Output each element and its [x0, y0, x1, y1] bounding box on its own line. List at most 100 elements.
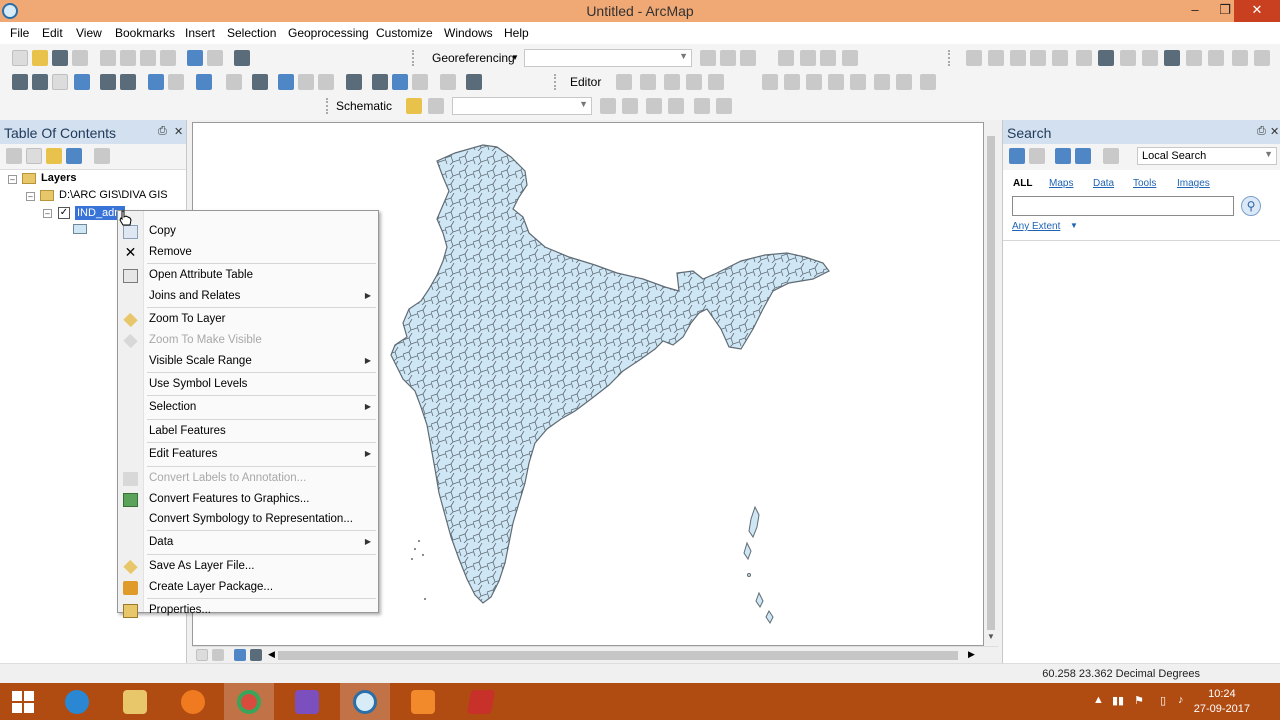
- edit-tool-icon[interactable]: [762, 74, 778, 90]
- pan-icon[interactable]: [52, 74, 68, 90]
- chevron-left-icon[interactable]: ◀: [268, 649, 275, 660]
- toc-options-icon[interactable]: [94, 148, 110, 164]
- fixed-zoom-out-icon[interactable]: [120, 74, 136, 90]
- home-icon[interactable]: [1055, 148, 1071, 164]
- taskbar-clock[interactable]: 10:24 27-09-2017: [1194, 687, 1250, 717]
- taskbar-app[interactable]: [398, 683, 448, 720]
- menu-selection[interactable]: Selection: [227, 26, 276, 40]
- add-data-icon[interactable]: [234, 50, 250, 66]
- print-icon[interactable]: [72, 50, 88, 66]
- schematic-tool-icon[interactable]: [600, 98, 616, 114]
- edit-tool-icon[interactable]: [920, 74, 936, 90]
- list-by-drawing-order-icon[interactable]: [6, 148, 22, 164]
- tool-icon[interactable]: [1076, 50, 1092, 66]
- tool-icon[interactable]: [1120, 50, 1136, 66]
- menu-item-create-layer-package[interactable]: Create Layer Package...: [118, 578, 378, 598]
- redo-icon[interactable]: [207, 50, 223, 66]
- data-view-icon[interactable]: [196, 649, 208, 661]
- georef-tool-icon[interactable]: [778, 50, 794, 66]
- tab-all[interactable]: ALL: [1013, 178, 1032, 189]
- tab-tools[interactable]: Tools: [1133, 178, 1156, 189]
- select-elements-icon[interactable]: [252, 74, 268, 90]
- swipe-icon[interactable]: [466, 74, 482, 90]
- editor-menu[interactable]: Editor: [570, 75, 601, 89]
- tool-icon[interactable]: [988, 50, 1004, 66]
- paste-icon[interactable]: [140, 50, 156, 66]
- menu-bookmarks[interactable]: Bookmarks: [115, 26, 175, 40]
- close-icon[interactable]: ✕: [1270, 125, 1279, 138]
- scrollbar-thumb[interactable]: [278, 651, 958, 660]
- menu-item-selection[interactable]: Selection ▶: [118, 398, 378, 418]
- edit-tool-icon[interactable]: [708, 74, 724, 90]
- menu-item-open-attribute-table[interactable]: Open Attribute Table: [118, 266, 378, 286]
- menu-item-use-symbol-levels[interactable]: Use Symbol Levels: [118, 375, 378, 395]
- find-route-icon[interactable]: [392, 74, 408, 90]
- extent-filter[interactable]: Any Extent: [1012, 221, 1060, 232]
- menu-view[interactable]: View: [76, 26, 102, 40]
- back-extent-icon[interactable]: [148, 74, 164, 90]
- menu-item-save-as-layer-file[interactable]: Save As Layer File...: [118, 557, 378, 577]
- copy-tool-icon[interactable]: [120, 50, 136, 66]
- taskbar-firefox[interactable]: [168, 683, 218, 720]
- battery-icon[interactable]: ▯: [1160, 694, 1166, 707]
- hyperlink-icon[interactable]: [298, 74, 314, 90]
- menu-geoprocessing[interactable]: Geoprocessing: [288, 26, 369, 40]
- menu-item-data[interactable]: Data ▶: [118, 533, 378, 553]
- refresh-icon[interactable]: [1075, 148, 1091, 164]
- schematic-tool-icon[interactable]: [716, 98, 732, 114]
- close-button[interactable]: ✕: [1234, 0, 1280, 22]
- data-frame-label[interactable]: Layers: [41, 172, 76, 184]
- search-options-icon[interactable]: [1103, 148, 1119, 164]
- pin-icon[interactable]: ⎙: [158, 125, 167, 138]
- find-icon[interactable]: [372, 74, 388, 90]
- map-vertical-scrollbar[interactable]: ▼: [984, 122, 998, 646]
- collapse-icon[interactable]: –: [26, 192, 35, 201]
- zoom-out-icon[interactable]: [32, 74, 48, 90]
- schematic-tool-icon[interactable]: [428, 98, 444, 114]
- menu-customize[interactable]: Customize: [376, 26, 433, 40]
- tool-icon[interactable]: [1052, 50, 1068, 66]
- collapse-icon[interactable]: –: [43, 209, 52, 218]
- identify-icon[interactable]: [278, 74, 294, 90]
- forward-extent-icon[interactable]: [168, 74, 184, 90]
- chevron-right-icon[interactable]: ▶: [968, 649, 975, 660]
- tool-icon[interactable]: [1098, 50, 1114, 66]
- menu-item-label-features[interactable]: Label Features: [118, 422, 378, 442]
- schematic-folder-icon[interactable]: [406, 98, 422, 114]
- menu-item-visible-scale-range[interactable]: Visible Scale Range ▶: [118, 352, 378, 372]
- tool-icon[interactable]: [1186, 50, 1202, 66]
- time-slider-icon[interactable]: [440, 74, 456, 90]
- open-icon[interactable]: [32, 50, 48, 66]
- source-folder-label[interactable]: D:\ARC GIS\DIVA GIS: [59, 189, 168, 201]
- taskbar-internet-explorer[interactable]: [52, 683, 102, 720]
- clear-selection-icon[interactable]: [226, 74, 242, 90]
- toolbar-grip[interactable]: [326, 98, 330, 114]
- menu-item-copy[interactable]: Copy: [118, 222, 378, 242]
- taskbar-file-explorer[interactable]: [110, 683, 160, 720]
- measure-icon[interactable]: [346, 74, 362, 90]
- layer-visibility-checkbox[interactable]: ✓: [58, 207, 70, 219]
- georef-tool-icon[interactable]: [820, 50, 836, 66]
- edit-tool-icon[interactable]: [784, 74, 800, 90]
- edit-tool-icon[interactable]: [640, 74, 656, 90]
- tool-icon[interactable]: [966, 50, 982, 66]
- menu-edit[interactable]: Edit: [42, 26, 63, 40]
- full-extent-icon[interactable]: [74, 74, 90, 90]
- tab-images[interactable]: Images: [1177, 178, 1210, 189]
- zoom-in-icon[interactable]: [12, 74, 28, 90]
- edit-tool-icon[interactable]: [806, 74, 822, 90]
- tool-icon[interactable]: [1254, 50, 1270, 66]
- list-by-selection-icon[interactable]: [66, 148, 82, 164]
- action-center-icon[interactable]: ⚑: [1134, 694, 1144, 707]
- pause-drawing-icon[interactable]: [250, 649, 262, 661]
- scrollbar-thumb[interactable]: [987, 136, 995, 630]
- menu-item-joins-and-relates[interactable]: Joins and Relates ▶: [118, 287, 378, 307]
- edit-tool-icon[interactable]: [664, 74, 680, 90]
- taskbar-visual-studio[interactable]: [282, 683, 332, 720]
- toolbar-grip[interactable]: [554, 74, 558, 90]
- undo-icon[interactable]: [187, 50, 203, 66]
- edit-tool-icon[interactable]: [850, 74, 866, 90]
- taskbar-chrome[interactable]: [224, 683, 274, 720]
- menu-help[interactable]: Help: [504, 26, 529, 40]
- schematic-tool-icon[interactable]: [622, 98, 638, 114]
